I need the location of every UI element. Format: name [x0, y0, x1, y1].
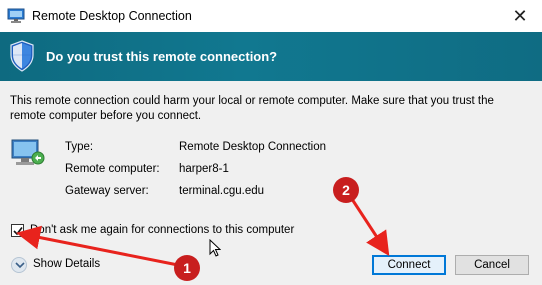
dialog-body: This remote connection could harm your l…: [0, 81, 542, 285]
chevron-down-icon[interactable]: [11, 257, 27, 273]
dont-ask-again-checkbox[interactable]: [11, 224, 24, 237]
dont-ask-again-label[interactable]: Don't ask me again for connections to th…: [30, 224, 294, 236]
detail-value: harper8-1: [179, 163, 229, 175]
warning-banner: Do you trust this remote connection?: [0, 32, 542, 81]
mouse-cursor-icon: [209, 239, 221, 257]
close-icon: ✕: [512, 5, 528, 26]
checkmark-icon: [13, 227, 23, 236]
detail-value: terminal.cgu.edu: [179, 185, 265, 197]
detail-value: Remote Desktop Connection: [179, 141, 327, 153]
rdc-trust-dialog: Remote Desktop Connection ✕ Do you trust…: [0, 0, 542, 285]
title-bar: Remote Desktop Connection ✕: [0, 0, 542, 32]
trust-heading: Do you trust this remote connection?: [46, 49, 278, 64]
close-button[interactable]: ✕: [498, 0, 542, 32]
detail-label: Type:: [65, 141, 94, 153]
remote-computer-icon: [11, 139, 45, 165]
detail-label: Gateway server:: [65, 185, 149, 197]
cancel-button[interactable]: Cancel: [455, 255, 529, 275]
warning-text: This remote connection could harm your l…: [10, 95, 494, 122]
show-details-label[interactable]: Show Details: [33, 258, 100, 270]
connect-button[interactable]: Connect: [372, 255, 446, 275]
remote-desktop-app-icon: [7, 8, 25, 23]
shield-icon: [10, 40, 34, 72]
detail-label: Remote computer:: [65, 163, 160, 175]
window-title: Remote Desktop Connection: [32, 9, 192, 23]
